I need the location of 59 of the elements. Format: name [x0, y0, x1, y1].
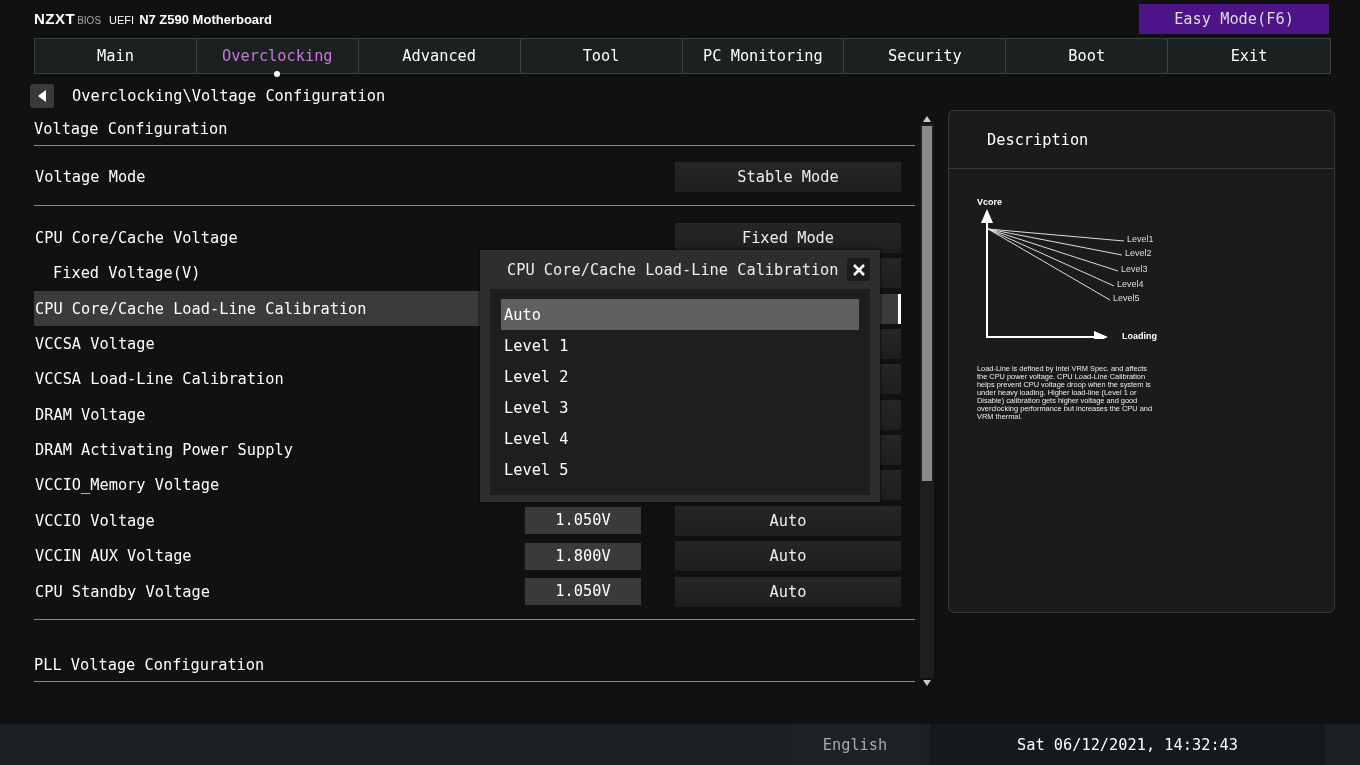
description-title: Description [987, 130, 1089, 149]
setting-label[interactable]: VCCIN AUX Voltage [34, 547, 192, 566]
value-field[interactable]: 1.800V [525, 542, 641, 570]
close-icon [852, 263, 865, 276]
setting-label[interactable]: VCCIO_Memory Voltage [34, 476, 220, 495]
setting-label[interactable]: Fixed Voltage(V) [34, 264, 201, 283]
value-field[interactable]: 1.050V [525, 578, 641, 606]
axis-label: Loading [1122, 331, 1157, 341]
option-item[interactable]: Auto [501, 299, 859, 330]
option-item[interactable]: Level 1 [501, 330, 859, 361]
section-heading: Voltage Configuration [34, 114, 915, 146]
axis-label: Vcore [977, 197, 1003, 207]
setting-label[interactable]: Voltage Mode [34, 168, 146, 187]
firmware-label: UEFI [109, 14, 135, 26]
line-label: Level2 [1125, 248, 1152, 258]
option-selector[interactable]: Auto [675, 576, 901, 607]
section-heading: PLL Voltage Configuration [34, 650, 915, 682]
line-label: Level4 [1117, 279, 1144, 289]
close-button[interactable] [847, 258, 870, 281]
setting-label[interactable]: CPU Core/Cache Load-Line Calibration [34, 299, 367, 318]
scroll-up-icon[interactable] [923, 116, 931, 122]
dialog-title: CPU Core/Cache Load-Line Calibration [507, 260, 839, 279]
setting-label[interactable]: DRAM Voltage [34, 405, 146, 424]
menu-tab[interactable]: Advanced [358, 39, 521, 73]
value-field[interactable]: 1.050V [525, 507, 641, 535]
line-label: Level1 [1127, 234, 1154, 244]
back-arrow-icon [37, 89, 47, 103]
menu-tab[interactable]: Exit [1168, 39, 1330, 73]
scroll-thumb[interactable] [922, 126, 932, 481]
setting-label[interactable]: VCCIO Voltage [34, 511, 155, 530]
menu-tab[interactable]: Main [35, 39, 197, 73]
option-selector[interactable]: Auto [675, 541, 901, 572]
breadcrumb: Overclocking\Voltage Configuration [72, 87, 386, 105]
board-name: N7 Z590 Motherboard [139, 12, 273, 27]
setting-label[interactable]: VCCSA Voltage [34, 334, 155, 353]
menu-tab[interactable]: Boot [1006, 39, 1169, 73]
option-item[interactable]: Level 5 [501, 454, 859, 485]
option-item[interactable]: Level 2 [501, 361, 859, 392]
scroll-down-icon[interactable] [923, 680, 931, 686]
option-item[interactable]: Level 4 [501, 423, 859, 454]
option-selector[interactable]: Fixed Mode [675, 222, 901, 253]
option-item[interactable]: Level 3 [501, 392, 859, 423]
setting-label[interactable]: VCCSA Load-Line Calibration [34, 370, 284, 389]
brand-logo: NZXT [34, 10, 76, 27]
setting-label[interactable]: CPU Standby Voltage [34, 582, 210, 601]
date-time: Sat 06/12/2021, 14:32:43 [930, 724, 1325, 765]
setting-label[interactable]: CPU Core/Cache Voltage [34, 228, 238, 247]
option-selector[interactable]: Auto [675, 505, 901, 536]
scrollbar[interactable] [920, 116, 934, 686]
easy-mode-button[interactable]: Easy Mode(F6) [1139, 4, 1329, 34]
menu-tab[interactable]: Tool [520, 39, 683, 73]
menu-tab[interactable]: PC Monitoring [682, 39, 845, 73]
line-label: Level5 [1113, 293, 1140, 303]
back-button[interactable] [30, 84, 54, 108]
setting-label[interactable]: DRAM Activating Power Supply [34, 441, 293, 460]
bios-label: BIOS [77, 15, 102, 26]
option-selector[interactable]: Stable Mode [675, 162, 901, 193]
line-label: Level3 [1121, 264, 1148, 274]
menu-tab[interactable]: Security [844, 39, 1007, 73]
